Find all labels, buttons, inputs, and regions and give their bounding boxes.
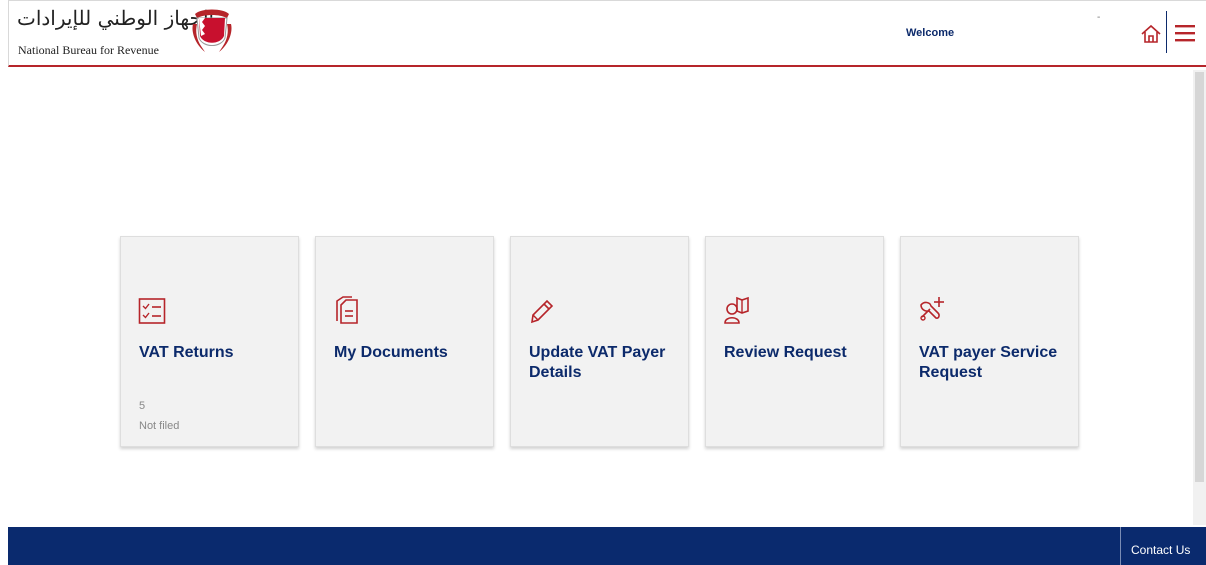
bureau-logo[interactable]: الجهاز الوطني للإيرادات National Bureau … (15, 6, 255, 62)
tile-label: Update VAT Payer Details (529, 344, 666, 381)
checklist-icon (138, 298, 166, 324)
page-footer: Contact Us (8, 527, 1206, 565)
user-name-placeholder: - (1097, 12, 1101, 23)
logo-english-text: National Bureau for Revenue (18, 43, 159, 57)
tools-plus-icon (920, 297, 944, 321)
frame-edge (0, 0, 8, 565)
not-filed-count: 5 (139, 400, 146, 412)
contact-us-link[interactable]: Contact Us (1131, 543, 1190, 557)
header-divider (1166, 11, 1167, 53)
welcome-text: Welcome (906, 27, 955, 39)
tile-vat-returns[interactable]: VAT Returns 5 Not filed (120, 236, 299, 447)
home-icon[interactable] (1140, 23, 1162, 45)
footer-divider (1120, 527, 1121, 565)
documents-icon (336, 296, 358, 324)
tile-label: VAT payer Service Request (919, 344, 1058, 381)
tile-label: VAT Returns (139, 344, 234, 361)
tile-vat-payer-service-request[interactable]: VAT payer Service Request (900, 236, 1079, 447)
logo-arabic-text: الجهاز الوطني للإيرادات (17, 6, 215, 30)
tile-label: Review Request (724, 344, 847, 361)
scrollbar-thumb[interactable] (1195, 72, 1204, 482)
tile-update-vat-payer-details[interactable]: Update VAT Payer Details (510, 236, 689, 447)
hamburger-menu-icon[interactable] (1174, 23, 1196, 43)
tile-label: My Documents (334, 344, 448, 361)
top-header: الجهاز الوطني للإيرادات National Bureau … (8, 0, 1206, 67)
tile-review-request[interactable]: Review Request (705, 236, 884, 447)
tile-my-documents[interactable]: My Documents (315, 236, 494, 447)
not-filed-status: Not filed (139, 420, 180, 432)
pencil-icon (531, 299, 554, 324)
emblem-icon (192, 9, 232, 52)
user-book-icon (724, 296, 749, 324)
